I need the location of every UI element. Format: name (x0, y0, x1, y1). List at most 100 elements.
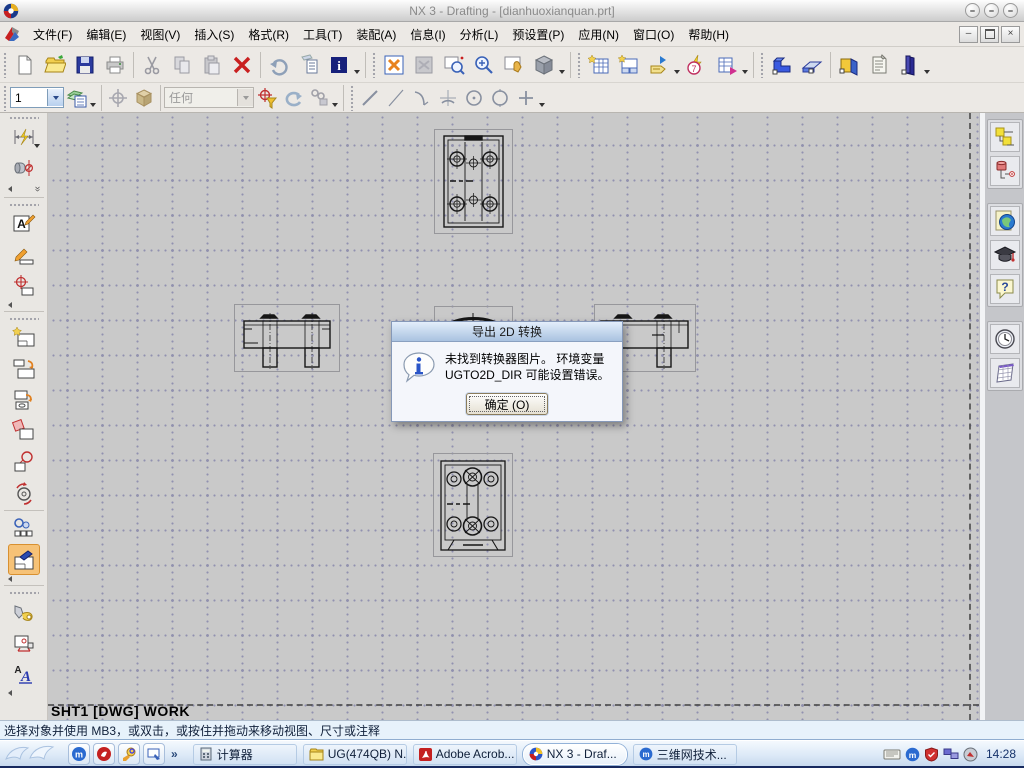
keyboard-tray-icon[interactable] (883, 747, 901, 761)
menu-assemblies[interactable]: 装配(A) (349, 24, 403, 45)
toolbar-grip[interactable] (3, 84, 7, 111)
circle-center-tool-button[interactable] (461, 85, 487, 111)
history-tab[interactable] (989, 324, 1020, 354)
tray-clock[interactable]: 14:28 (986, 747, 1016, 761)
mdi-close-button[interactable]: × (1001, 25, 1020, 43)
label-dropdown-arrow[interactable] (674, 69, 680, 74)
collapse-left-icon[interactable] (7, 302, 12, 308)
annotation-label-button[interactable] (644, 50, 674, 80)
start-button[interactable] (0, 741, 64, 767)
curves-dropdown-arrow[interactable] (539, 102, 545, 107)
menu-tools[interactable]: 工具(T) (296, 24, 349, 45)
toolbar-grip[interactable] (8, 317, 39, 321)
chain-select-button[interactable] (306, 85, 332, 111)
part-navigator-tab[interactable] (989, 156, 1020, 186)
collapse-left-icon[interactable] (7, 690, 12, 696)
undo-button[interactable] (264, 50, 294, 80)
new-button[interactable] (10, 50, 40, 80)
info-dropdown-arrow[interactable] (354, 69, 360, 74)
point-tool-button[interactable] (513, 85, 539, 111)
id-symbol-button[interactable]: 7 (682, 50, 712, 80)
mdi-restore-button[interactable] (980, 25, 999, 43)
toolbar-grip[interactable] (8, 591, 39, 595)
volume-tray-icon[interactable] (963, 747, 978, 762)
display-dropdown-arrow[interactable] (559, 69, 565, 74)
quick-launch-red-app[interactable] (93, 743, 115, 765)
reset-filter-button[interactable] (280, 85, 306, 111)
selection-filter-button[interactable] (254, 85, 280, 111)
information-button[interactable]: i (324, 50, 354, 80)
shaded-view-button[interactable] (529, 50, 559, 80)
tabular-note-button[interactable] (712, 50, 742, 80)
broken-view-button[interactable] (8, 513, 40, 544)
network-tray-icon[interactable] (943, 747, 959, 761)
modeling-app-button[interactable] (767, 50, 797, 80)
section-view-button[interactable] (8, 415, 40, 446)
drafting-app-button[interactable] (834, 50, 864, 80)
work-layer-combo[interactable]: 1 (10, 87, 64, 108)
antivirus-tray-icon[interactable] (924, 746, 939, 762)
zoom-disabled-button[interactable] (409, 50, 439, 80)
web-browser-tab[interactable] (989, 206, 1020, 236)
drafting-view-bottom[interactable] (433, 453, 513, 557)
menu-insert[interactable]: 插入(S) (187, 24, 241, 45)
edit-annotation-button[interactable] (8, 239, 40, 270)
menu-view[interactable]: 视图(V) (133, 24, 187, 45)
menu-edit[interactable]: 编辑(E) (79, 24, 133, 45)
drafting-preferences-button[interactable] (8, 596, 40, 627)
tutorials-tab[interactable] (989, 240, 1020, 270)
task-ug-folder[interactable]: UG(474QB) N... (302, 743, 407, 765)
zoom-in-out-button[interactable] (469, 50, 499, 80)
cut-button[interactable] (137, 50, 167, 80)
sheet-metal-app-button[interactable] (797, 50, 827, 80)
copy-button[interactable] (167, 50, 197, 80)
help-tab[interactable]: ? (989, 274, 1020, 304)
more-tools-icon[interactable]: » (32, 186, 43, 192)
ok-button[interactable]: 确定 (O) (466, 393, 548, 415)
view-properties-button[interactable] (294, 50, 324, 80)
open-button[interactable] (40, 50, 70, 80)
collapse-left-icon[interactable] (7, 576, 12, 582)
dimension-button[interactable] (8, 121, 40, 152)
spreadsheet-tab[interactable] (989, 358, 1020, 388)
script-button[interactable] (864, 50, 894, 80)
menu-information[interactable]: 信息(I) (403, 24, 452, 45)
bounding-box-button[interactable] (131, 85, 157, 111)
m-tray-icon[interactable]: m (905, 747, 920, 762)
toolbar-grip[interactable] (577, 51, 581, 78)
save-button[interactable] (70, 50, 100, 80)
zoom-box-button[interactable] (439, 50, 469, 80)
quick-launch-more-icon[interactable]: » (168, 747, 181, 761)
rotated-section-button[interactable] (8, 477, 40, 508)
toolbar-grip[interactable] (8, 116, 39, 120)
diameter-dimension-button[interactable] (8, 152, 40, 183)
arc-tool-button[interactable] (435, 85, 461, 111)
quick-launch-search-tool[interactable] (118, 743, 140, 765)
print-button[interactable] (100, 50, 130, 80)
circle-tool-button[interactable] (487, 85, 513, 111)
menu-window[interactable]: 窗口(O) (626, 24, 681, 45)
detail-view-button[interactable] (8, 384, 40, 415)
toolbar-grip[interactable] (372, 51, 376, 78)
toolbar-grip[interactable] (350, 84, 354, 111)
projected-view-button[interactable] (8, 353, 40, 384)
theme-close-button[interactable] (1003, 3, 1018, 18)
annotation-pref-button[interactable]: AA (8, 658, 40, 689)
export-2d-tool-button[interactable] (7, 544, 40, 575)
base-view-button[interactable] (614, 50, 644, 80)
origin-tool-button[interactable] (8, 270, 40, 301)
fillet-tool-button[interactable] (409, 85, 435, 111)
section-line-pref-button[interactable] (8, 627, 40, 658)
menu-file[interactable]: 文件(F) (26, 24, 79, 45)
task-nx-active[interactable]: NX 3 - Draf... (522, 743, 627, 765)
task-adobe[interactable]: Adobe Acrob... (412, 743, 517, 765)
assembly-navigator-tab[interactable] (989, 122, 1020, 152)
layer-dropdown-arrow[interactable] (90, 102, 96, 107)
snap-point-button[interactable] (105, 85, 131, 111)
collapse-left-icon[interactable] (7, 186, 12, 192)
table-dropdown-arrow[interactable] (742, 69, 748, 74)
menu-help[interactable]: 帮助(H) (681, 24, 736, 45)
task-calculator[interactable]: 计算器 (192, 743, 297, 765)
app-dropdown-arrow[interactable] (924, 69, 930, 74)
task-3dweb[interactable]: m 三维网技术... (632, 743, 737, 765)
